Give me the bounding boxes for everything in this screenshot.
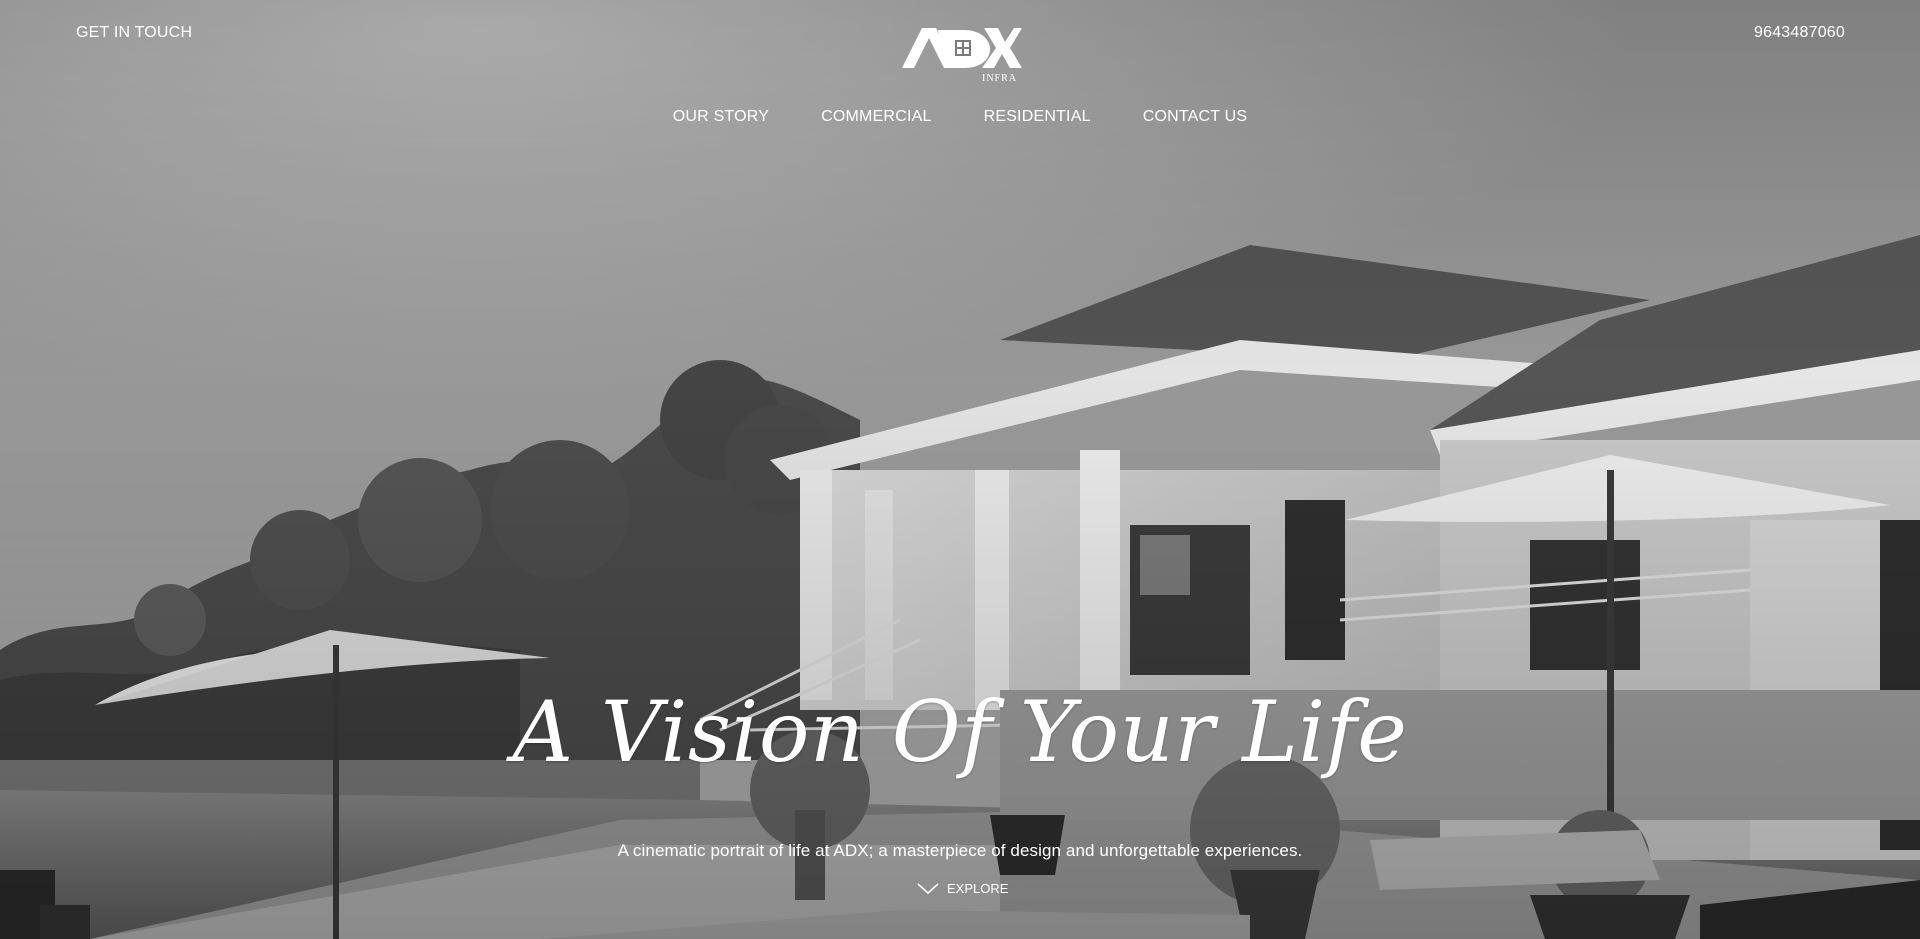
nav-item-contact-us[interactable]: CONTACT US — [1143, 108, 1248, 126]
logo-subtitle: INFRA — [982, 73, 1018, 84]
hero-subtitle: A cinematic portrait of life at ADX; a m… — [617, 841, 1303, 860]
hero-page: GET IN TOUCH INFRA 9643487060 OUR STORY … — [0, 0, 1920, 939]
explore-button[interactable]: EXPLORE — [917, 881, 1008, 896]
explore-label: EXPLORE — [947, 881, 1009, 896]
hero-overlay — [0, 0, 1920, 939]
get-in-touch-link[interactable]: GET IN TOUCH — [76, 24, 192, 42]
hero-title: A Vision Of Your Life — [512, 683, 1408, 781]
phone-number[interactable]: 9643487060 — [1754, 24, 1845, 42]
main-nav: OUR STORY COMMERCIAL RESIDENTIAL CONTACT… — [0, 108, 1920, 126]
nav-item-our-story[interactable]: OUR STORY — [673, 108, 769, 126]
nav-item-residential[interactable]: RESIDENTIAL — [984, 108, 1091, 126]
nav-item-commercial[interactable]: COMMERCIAL — [821, 108, 931, 126]
chevron-down-icon — [917, 882, 939, 894]
